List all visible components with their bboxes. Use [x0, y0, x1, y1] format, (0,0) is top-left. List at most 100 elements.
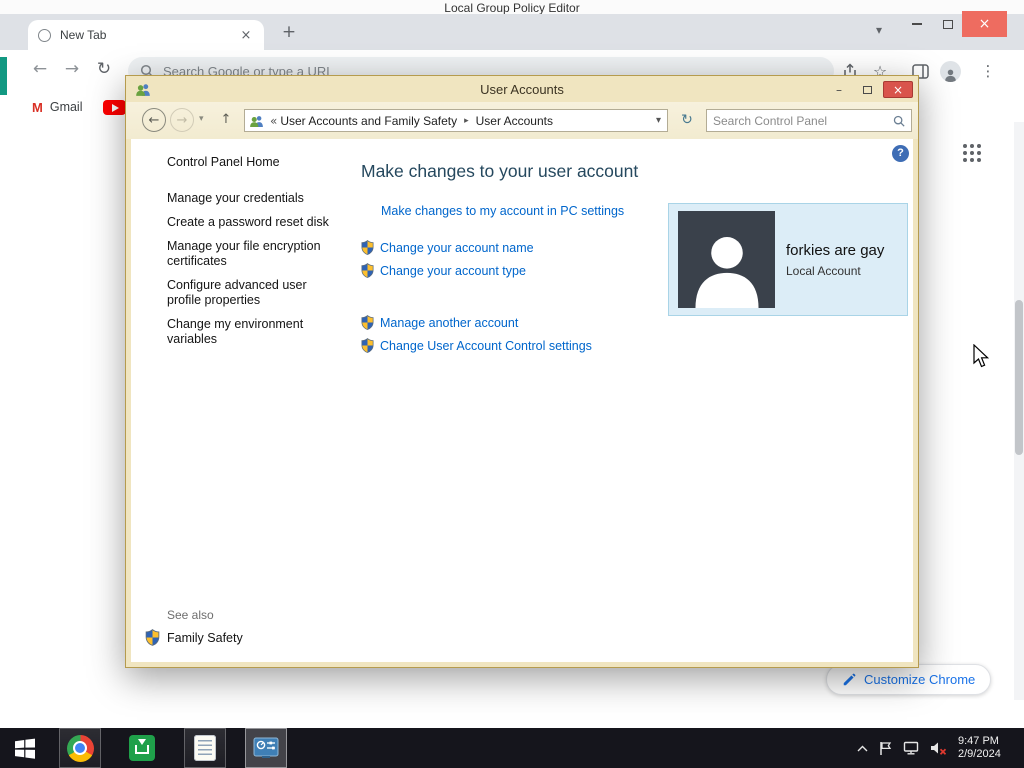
minimize-icon	[912, 23, 922, 25]
breadcrumb-dropdown-icon[interactable]: ▾	[650, 115, 667, 126]
shield-icon	[145, 629, 160, 646]
window-minimize-button[interactable]: –	[826, 81, 852, 98]
sidebar-item-password-reset-disk[interactable]: Create a password reset disk	[167, 215, 335, 230]
refresh-button[interactable]: ↻	[674, 109, 700, 132]
link-change-account-name[interactable]: Change your account name	[361, 240, 534, 255]
sidebar-item-manage-credentials[interactable]: Manage your credentials	[167, 191, 335, 206]
link-pc-settings[interactable]: Make changes to my account in PC setting…	[381, 204, 624, 218]
link-manage-another-account[interactable]: Manage another account	[361, 315, 518, 330]
network-icon[interactable]	[903, 741, 919, 755]
recent-pages-chevron-icon[interactable]: ▾	[199, 114, 204, 124]
page-title: Make changes to your user account	[361, 161, 639, 181]
gmail-icon: M	[32, 99, 43, 115]
nav-up-button[interactable]: ↑	[214, 109, 238, 131]
back-icon[interactable]: ←	[27, 59, 53, 79]
control-panel-icon	[253, 737, 279, 758]
explorer-toolbar: ← → ▾ ↑ « User Accounts and Family Safet…	[126, 102, 918, 139]
link-change-uac-settings[interactable]: Change User Account Control settings	[361, 338, 592, 353]
taskbar-control-panel-button[interactable]	[245, 728, 287, 768]
link-label: Change your account name	[380, 240, 534, 255]
system-tray: 9:47 PM 2/9/2024	[857, 735, 1024, 761]
background-window-sliver	[0, 57, 7, 95]
bookmark-gmail[interactable]: Gmail	[50, 100, 83, 114]
windows-logo-icon	[15, 738, 35, 759]
sidebar-item-advanced-profile[interactable]: Configure advanced user profile properti…	[167, 278, 335, 308]
sidebar-item-environment-variables[interactable]: Change my environment variables	[167, 317, 335, 347]
nav-back-button[interactable]: ←	[142, 108, 166, 132]
background-window-titlebar[interactable]: Local Group Policy Editor	[0, 0, 1024, 14]
control-panel-search-input[interactable]	[713, 113, 893, 128]
control-panel-search[interactable]	[706, 109, 912, 132]
account-type-label: Local Account	[786, 263, 861, 278]
maximize-icon	[862, 85, 872, 94]
window-title: User Accounts	[480, 81, 564, 97]
breadcrumb[interactable]: « User Accounts and Family Safety ▸ User…	[244, 109, 668, 132]
tab-title: New Tab	[60, 28, 107, 42]
tab-favicon-icon	[38, 28, 51, 42]
taskbar-gpedit-button[interactable]	[184, 728, 226, 768]
control-panel-item-icon	[249, 115, 264, 127]
clock-date: 2/9/2024	[958, 748, 1001, 760]
control-panel-sidebar: Control Panel Home Manage your credentia…	[131, 139, 353, 662]
tab-close-icon[interactable]: ×	[238, 28, 254, 43]
google-apps-grid-icon[interactable]	[963, 144, 983, 164]
reload-icon[interactable]: ↻	[91, 59, 117, 79]
menu-kebab-icon[interactable]: ⋮	[976, 60, 1000, 82]
see-also-heading: See also	[167, 608, 214, 622]
window-maximize-button[interactable]	[854, 81, 880, 98]
volume-muted-icon[interactable]	[930, 741, 947, 756]
uac-shield-icon	[361, 240, 374, 255]
taskbar-chrome-button[interactable]	[59, 728, 101, 768]
search-icon	[893, 115, 905, 127]
profile-avatar[interactable]	[938, 60, 962, 82]
chrome-minimize-button[interactable]	[903, 11, 931, 37]
taskbar-clock[interactable]: 9:47 PM 2/9/2024	[958, 735, 1012, 761]
user-account-tile[interactable]: forkies are gay Local Account	[668, 203, 908, 316]
chrome-icon	[66, 734, 94, 762]
action-center-flag-icon[interactable]	[879, 741, 892, 756]
chrome-maximize-button[interactable]	[935, 11, 961, 37]
nav-forward-button[interactable]: →	[170, 108, 194, 132]
breadcrumb-current[interactable]: User Accounts	[476, 114, 553, 128]
browser-tab[interactable]: New Tab ×	[28, 20, 264, 50]
person-icon	[684, 222, 770, 308]
customize-chrome-button[interactable]: Customize Chrome	[826, 664, 992, 695]
policy-scroll-icon	[194, 735, 216, 761]
breadcrumb-separator-icon: ▸	[464, 115, 469, 126]
control-panel-main: Make changes to your user account Make c…	[359, 139, 913, 662]
link-label: Change User Account Control settings	[380, 338, 592, 353]
taskbar: 9:47 PM 2/9/2024	[0, 728, 1024, 768]
link-label: Change your account type	[380, 263, 526, 278]
person-icon	[943, 67, 958, 82]
family-safety-label: Family Safety	[167, 630, 243, 645]
chrome-close-button[interactable]: ×	[962, 11, 1007, 37]
uac-shield-icon	[361, 263, 374, 278]
window-close-button[interactable]: ×	[883, 81, 913, 98]
tab-search-chevron-icon[interactable]: ▾	[876, 23, 882, 37]
link-change-account-type[interactable]: Change your account type	[361, 263, 526, 278]
sidebar-item-family-safety[interactable]: Family Safety	[145, 629, 243, 646]
new-tab-button[interactable]: +	[278, 22, 300, 44]
desktop: Local Group Policy Editor New Tab × + ▾ …	[0, 0, 1024, 768]
taskbar-green-app-button[interactable]	[121, 728, 163, 768]
mouse-cursor	[973, 344, 990, 368]
uac-shield-icon	[361, 338, 374, 353]
customize-chrome-label: Customize Chrome	[864, 672, 976, 687]
sidebar-task-list: Manage your credentials Create a passwor…	[167, 191, 335, 356]
maximize-icon	[943, 19, 953, 29]
hidden-icons-chevron-icon[interactable]	[857, 745, 868, 752]
window-content: ? Control Panel Home Manage your credent…	[131, 139, 913, 662]
start-button[interactable]	[0, 728, 50, 768]
uac-shield-icon	[361, 315, 374, 330]
forward-icon[interactable]: →	[59, 59, 85, 79]
link-label: Manage another account	[380, 315, 519, 330]
user-name: forkies are gay	[786, 241, 885, 259]
breadcrumb-collapsed-icon[interactable]: «	[268, 114, 280, 128]
window-titlebar[interactable]: User Accounts – ×	[126, 76, 918, 102]
scrollbar-thumb[interactable]	[1015, 300, 1023, 455]
page-scrollbar[interactable]	[1014, 122, 1024, 700]
youtube-icon[interactable]	[102, 99, 126, 115]
breadcrumb-parent[interactable]: User Accounts and Family Safety	[280, 114, 457, 128]
sidebar-item-control-panel-home[interactable]: Control Panel Home	[167, 155, 280, 169]
sidebar-item-encryption-certificates[interactable]: Manage your file encryption certificates	[167, 239, 335, 269]
